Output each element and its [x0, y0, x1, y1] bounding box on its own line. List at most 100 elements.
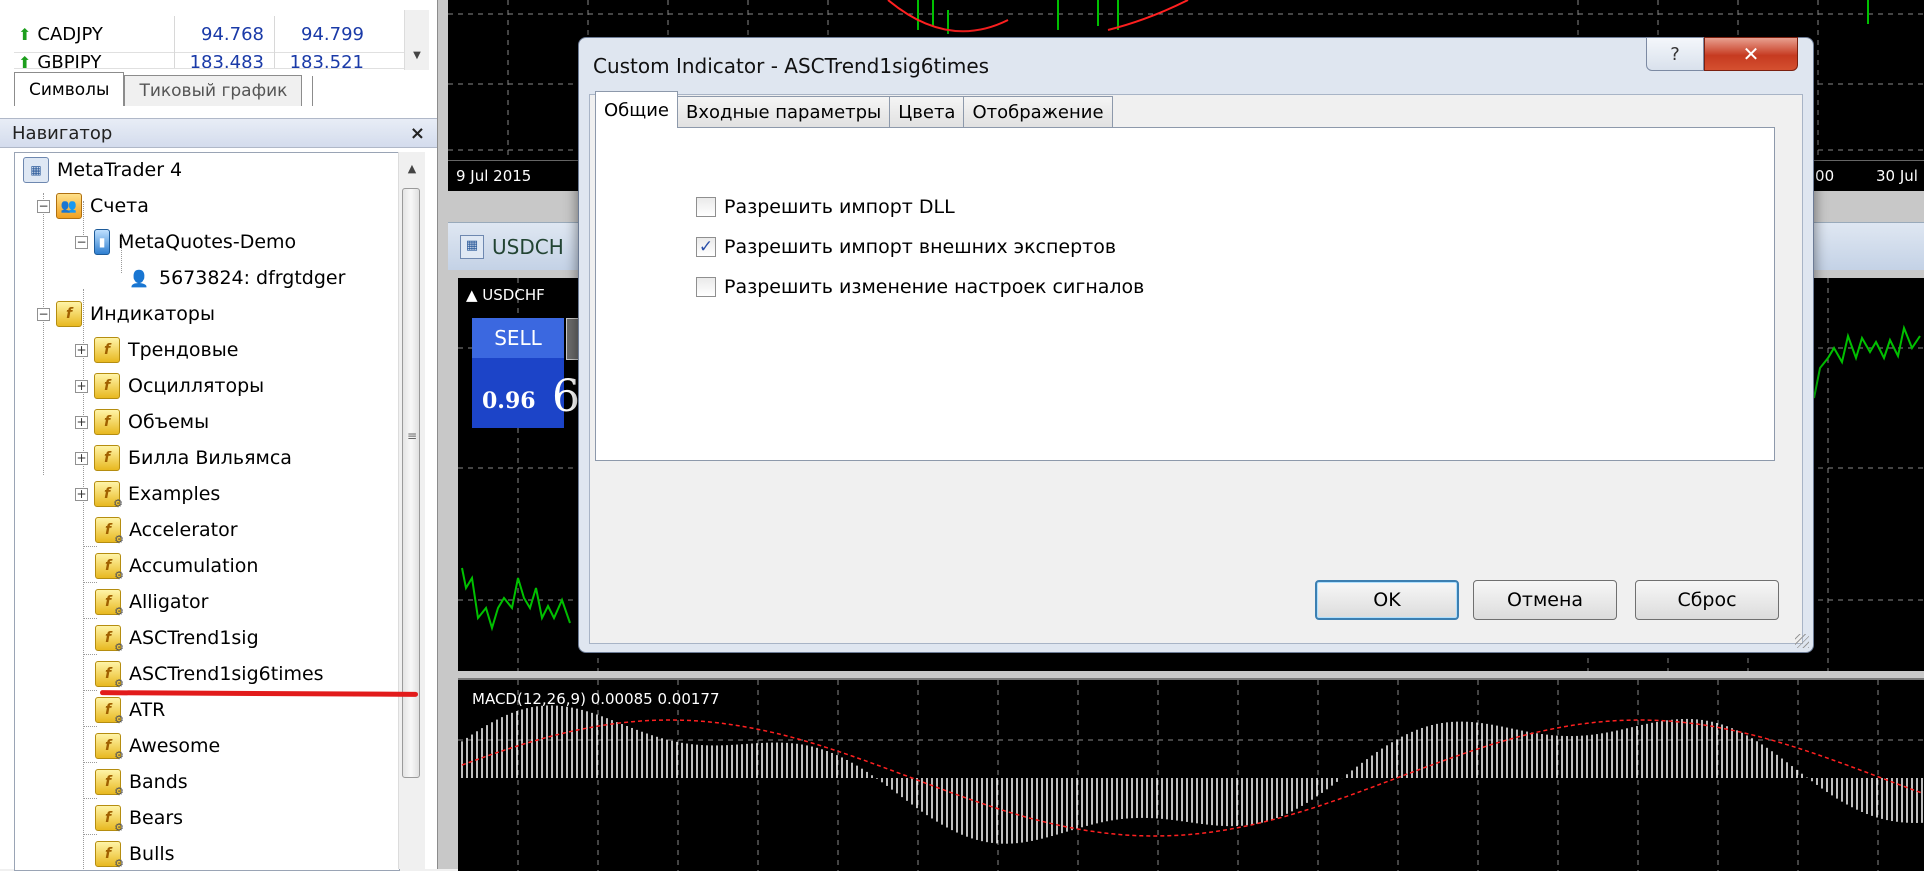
tree-indicator-item[interactable]: fATR: [95, 693, 165, 727]
indicator-folder-icon: f: [94, 337, 120, 363]
checkbox-allow-external-experts[interactable]: ✓ Разрешить импорт внешних экспертов: [696, 236, 1116, 258]
tree-item-label: Alligator: [129, 591, 209, 613]
tab-general[interactable]: Общие: [595, 91, 678, 128]
indicator-folder-icon: f: [56, 301, 82, 327]
custom-indicator-icon: f: [95, 625, 124, 654]
time-label: 30 Jul: [1876, 167, 1918, 185]
custom-indicator-icon: f: [95, 841, 124, 870]
symbol-row[interactable]: ⬆ CADJPY 94.768 94.799: [14, 16, 404, 53]
tree-indicator-item[interactable]: fBands: [95, 765, 188, 799]
expand-icon[interactable]: +: [75, 487, 88, 501]
tab-separator: [302, 76, 314, 106]
checkbox-box[interactable]: [696, 197, 716, 217]
expand-icon[interactable]: +: [75, 343, 88, 357]
navigator-header: Навигатор ×: [0, 118, 437, 148]
tree-item-label: ASCTrend1sig: [129, 627, 259, 649]
tree-account[interactable]: 👤 5673824: dfrgtdger: [127, 261, 345, 295]
tree-indicator-item[interactable]: fBulls: [95, 837, 175, 870]
tree-indicator-item[interactable]: fAlligator: [95, 585, 208, 619]
cancel-button[interactable]: Отмена: [1473, 580, 1617, 620]
sell-price: 0.96: [482, 388, 536, 414]
tree-indicators[interactable]: − f Индикаторы: [37, 297, 215, 331]
accounts-icon: 👥: [56, 193, 82, 219]
sell-price-big: 6: [552, 371, 580, 422]
macd-label: MACD(12,26,9) 0.00085 0.00177: [472, 690, 720, 708]
tree-indicator-item[interactable]: fASCTrend1sig: [95, 621, 259, 655]
tree-account-label: 5673824: dfrgtdger: [159, 267, 346, 289]
tree-group[interactable]: + f Билла Вильямса: [75, 441, 292, 475]
tree-item-label: Accumulation: [129, 555, 259, 577]
symbol-name: CADJPY: [37, 23, 103, 45]
tree-group[interactable]: + f Объемы: [75, 405, 209, 439]
tree-indicator-item[interactable]: fAccumulation: [95, 549, 258, 583]
checkbox-allow-dll[interactable]: Разрешить импорт DLL: [696, 196, 955, 218]
tree-group[interactable]: + f Осцилляторы: [75, 369, 264, 403]
expand-icon[interactable]: +: [75, 415, 88, 429]
general-tab-panel: Разрешить импорт DLL ✓ Разрешить импорт …: [595, 127, 1775, 461]
resize-grip-icon[interactable]: [1795, 634, 1809, 648]
checkbox-box[interactable]: [696, 277, 716, 297]
reset-button[interactable]: Сброс: [1635, 580, 1779, 620]
symbol-tabs: Символы Тиковый график: [14, 72, 314, 106]
scroll-up-icon[interactable]: ▲: [399, 162, 425, 175]
expand-icon[interactable]: +: [75, 379, 88, 393]
metatrader-icon: ▦: [23, 157, 49, 183]
close-button[interactable]: ✕: [1704, 37, 1798, 71]
checkbox-label: Разрешить импорт DLL: [724, 196, 955, 218]
checkmark-icon[interactable]: ✓: [696, 237, 716, 257]
custom-indicator-icon: f: [95, 517, 124, 546]
symbol-row[interactable]: ⬆ GBPJPY 183.483 183.521: [14, 52, 404, 69]
symbols-scrollbar[interactable]: ▼: [404, 10, 429, 70]
custom-indicator-icon: f: [95, 733, 124, 762]
collapse-icon[interactable]: −: [37, 307, 50, 321]
tree-group-label: Объемы: [128, 411, 210, 433]
tree-item-label: Accelerator: [129, 519, 238, 541]
ok-button[interactable]: OK: [1315, 580, 1459, 620]
tree-group[interactable]: + f Трендовые: [75, 333, 238, 367]
scroll-down-icon[interactable]: ▼: [405, 50, 429, 61]
dialog-title: Custom Indicator - ASCTrend1sig6times: [593, 54, 990, 78]
tree-group-label: Билла Вильямса: [128, 447, 292, 469]
custom-indicator-dialog: Custom Indicator - ASCTrend1sig6times ? …: [578, 37, 1814, 653]
scroll-thumb[interactable]: ≡: [402, 188, 420, 778]
server-icon: ▮: [94, 229, 110, 255]
grip-icon: ≡: [407, 429, 418, 443]
tab-colors[interactable]: Цвета: [889, 96, 965, 128]
symbol-bid: 183.483: [174, 52, 274, 68]
tree-accounts-label: Счета: [90, 195, 149, 217]
tree-indicator-item-selected[interactable]: fASCTrend1sig6times: [95, 657, 324, 691]
left-panel: ⬆ CADJPY 94.768 94.799 ⬆ GBPJPY 183.483 18…: [0, 0, 438, 871]
indicator-folder-icon: f: [94, 445, 120, 471]
tree-indicators-label: Индикаторы: [90, 303, 215, 325]
sell-panel[interactable]: SELL 0.96 6: [472, 318, 580, 428]
tab-display[interactable]: Отображение: [963, 96, 1113, 128]
tab-tick-chart[interactable]: Тиковый график: [124, 75, 303, 106]
custom-indicator-icon: f: [95, 553, 124, 582]
tree-group-label: Examples: [128, 483, 221, 505]
sell-button[interactable]: SELL: [472, 318, 564, 358]
checkbox-allow-signal-settings[interactable]: Разрешить изменение настроек сигналов: [696, 276, 1144, 298]
tree-indicator-item[interactable]: fAwesome: [95, 729, 220, 763]
expand-icon[interactable]: +: [75, 451, 88, 465]
tree-group[interactable]: + fExamples: [75, 477, 220, 511]
custom-indicator-icon: f: [95, 805, 124, 834]
collapse-icon[interactable]: −: [75, 235, 88, 249]
tree-server-label: MetaQuotes-Demo: [118, 231, 297, 253]
navigator-close-icon[interactable]: ×: [410, 123, 425, 144]
navigator-scrollbar[interactable]: ▲ ≡: [398, 152, 425, 869]
tree-indicator-item[interactable]: fBears: [95, 801, 183, 835]
tree-server[interactable]: − ▮ MetaQuotes-Demo: [75, 225, 296, 259]
dialog-tabs: Общие Входные параметры Цвета Отображени…: [595, 91, 1113, 128]
chart-window-title: USDCH: [492, 234, 564, 259]
help-button[interactable]: ?: [1646, 37, 1704, 71]
symbol-ask: 183.521: [274, 52, 374, 68]
tree-item-label: ATR: [129, 699, 166, 721]
tree-accounts[interactable]: − 👥 Счета: [37, 189, 149, 223]
tree-root[interactable]: ▦ MetaTrader 4: [23, 153, 182, 187]
tree-indicator-item[interactable]: fAccelerator: [95, 513, 238, 547]
chart-symbol-label: ▲ USDCHF: [466, 286, 545, 304]
tab-input-parameters[interactable]: Входные параметры: [677, 96, 891, 128]
collapse-icon[interactable]: −: [37, 199, 50, 213]
custom-indicator-folder-icon: f: [94, 481, 123, 510]
tab-symbols[interactable]: Символы: [14, 72, 125, 106]
